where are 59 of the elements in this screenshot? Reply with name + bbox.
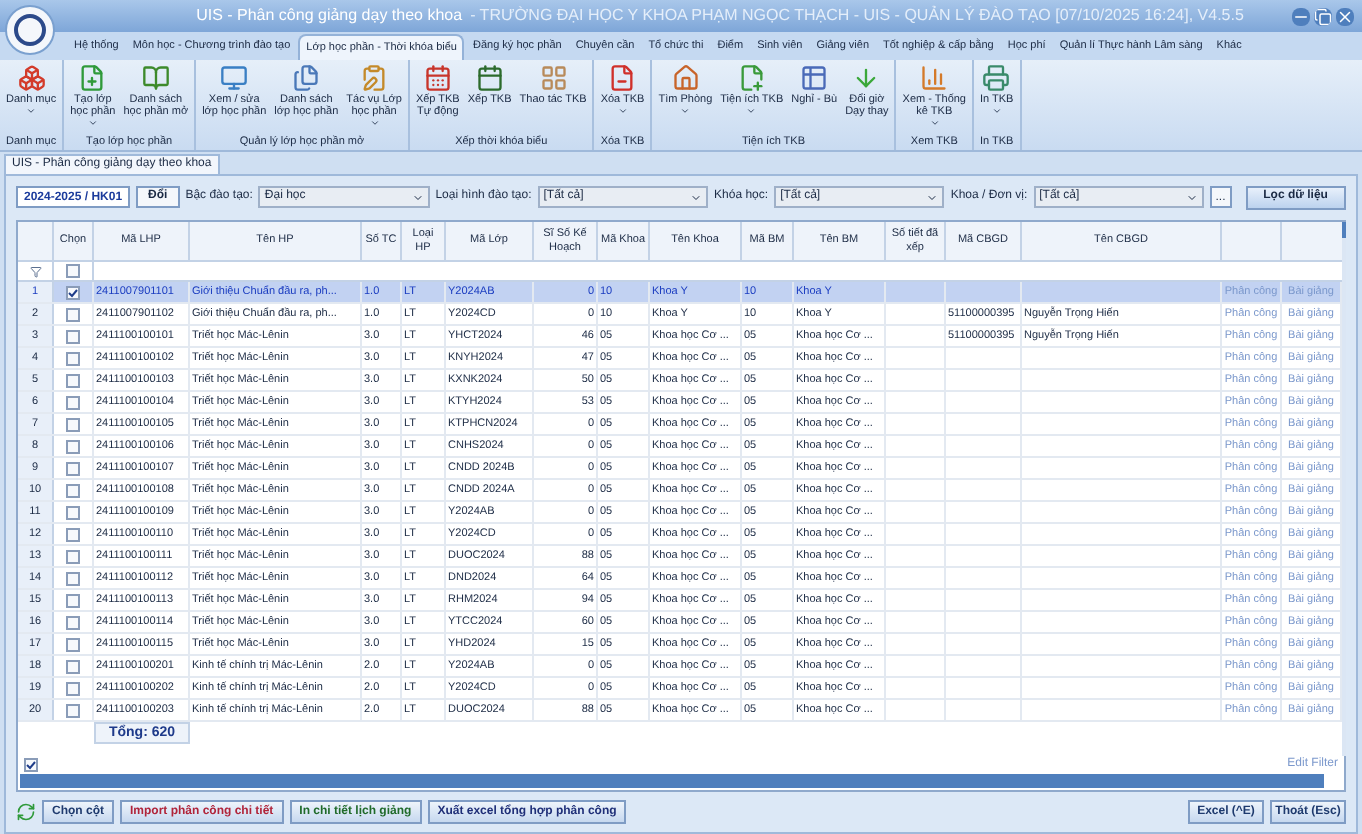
- book-icon: [141, 64, 170, 92]
- calendar-icon: [475, 64, 504, 92]
- caret-icon: [926, 191, 939, 203]
- caret-icon: [680, 106, 691, 116]
- vertical-scrollbar[interactable]: [1342, 222, 1346, 756]
- caret-icon: [746, 106, 757, 116]
- table-icon: [800, 64, 829, 92]
- arrow-down-icon: [852, 64, 881, 92]
- restore-icon[interactable]: [1314, 7, 1332, 25]
- window-subtitle: - TRƯỜNG ĐẠI HỌC Y KHOA PHẠM NGỌC THẠCH - UIS - QUẢN LÝ ĐÀO TẠO [07/10/2025 16:24], V4.5.5: [470, 4, 1244, 28]
- checkbox[interactable]: [66, 593, 80, 607]
- checkbox[interactable]: [66, 373, 80, 387]
- boxes-icon: [17, 64, 46, 92]
- caret-icon: [369, 118, 380, 128]
- checkbox[interactable]: [66, 439, 80, 453]
- horizontal-scrollbar[interactable]: [20, 774, 1324, 788]
- caret-icon: [87, 118, 98, 128]
- checkbox[interactable]: [66, 659, 80, 673]
- minimize-icon[interactable]: [1292, 7, 1310, 25]
- checkbox[interactable]: [66, 483, 80, 497]
- checkbox[interactable]: [66, 549, 80, 563]
- printer-icon: [982, 64, 1011, 92]
- caret-icon: [411, 191, 424, 203]
- monitor-icon: [220, 64, 249, 92]
- house-icon: [671, 64, 700, 92]
- checkbox[interactable]: [66, 351, 80, 365]
- window-title: UIS - Phân công giảng dạy theo khoa: [196, 4, 463, 28]
- checkbox[interactable]: [66, 264, 80, 278]
- checkbox[interactable]: [66, 527, 80, 541]
- close-icon[interactable]: [1336, 7, 1354, 25]
- file-plus-icon: [78, 64, 107, 92]
- checkbox[interactable]: [66, 461, 80, 475]
- grid-icon: [539, 64, 568, 92]
- file-minus-icon: [608, 64, 637, 92]
- files-icon: [292, 64, 321, 92]
- checkbox[interactable]: [66, 307, 80, 321]
- checkbox[interactable]: [66, 637, 80, 651]
- checkbox[interactable]: [66, 703, 80, 717]
- checkbox[interactable]: [24, 758, 38, 772]
- checkbox[interactable]: [66, 285, 80, 299]
- checkbox[interactable]: [66, 395, 80, 409]
- checkbox[interactable]: [66, 417, 80, 431]
- refresh-icon[interactable]: [16, 802, 36, 822]
- caret-icon: [1185, 191, 1198, 203]
- checkbox[interactable]: [66, 615, 80, 629]
- caret-icon: [617, 106, 628, 116]
- caret-icon: [991, 106, 1002, 116]
- checkbox[interactable]: [66, 505, 80, 519]
- checkbox[interactable]: [66, 681, 80, 695]
- checkbox[interactable]: [66, 329, 80, 343]
- chart-icon: [920, 64, 949, 92]
- calendar-icon: [423, 64, 452, 92]
- filter-icon[interactable]: [29, 265, 41, 277]
- clipboard-icon: [360, 64, 389, 92]
- caret-icon: [929, 118, 940, 128]
- checkbox[interactable]: [66, 571, 80, 585]
- caret-icon: [26, 106, 37, 116]
- file-plus-icon: [737, 64, 766, 92]
- caret-icon: [690, 191, 703, 203]
